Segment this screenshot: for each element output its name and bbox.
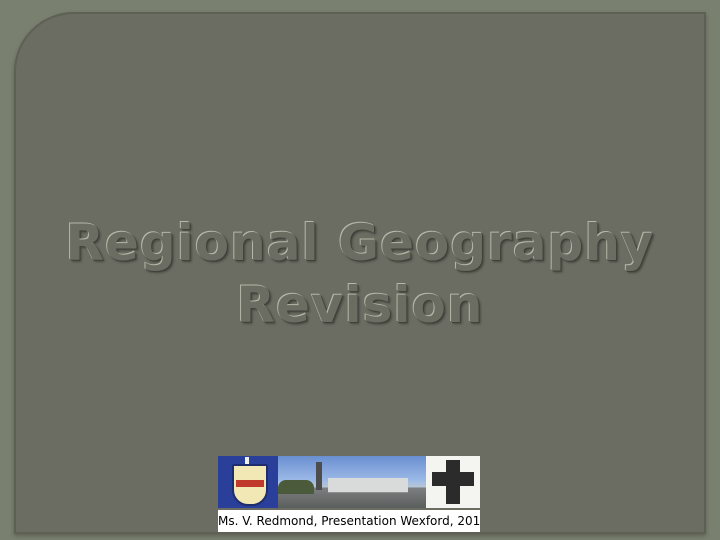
logo-cross-horizontal [432, 472, 474, 486]
photo-trees [278, 480, 314, 494]
crest-band [236, 480, 264, 487]
school-crest-image [218, 456, 278, 508]
credit-caption: Ms. V. Redmond, Presentation Wexford, 20… [218, 510, 480, 532]
slide-title: Regional Geography Revision [0, 212, 720, 336]
photo-spire [316, 462, 322, 490]
image-strip [218, 456, 480, 508]
title-line-1: Regional Geography [65, 214, 655, 272]
photo-building [328, 478, 408, 492]
cross-logo-image [426, 456, 480, 508]
school-building-photo [278, 456, 426, 508]
title-line-2: Revision [236, 276, 484, 334]
